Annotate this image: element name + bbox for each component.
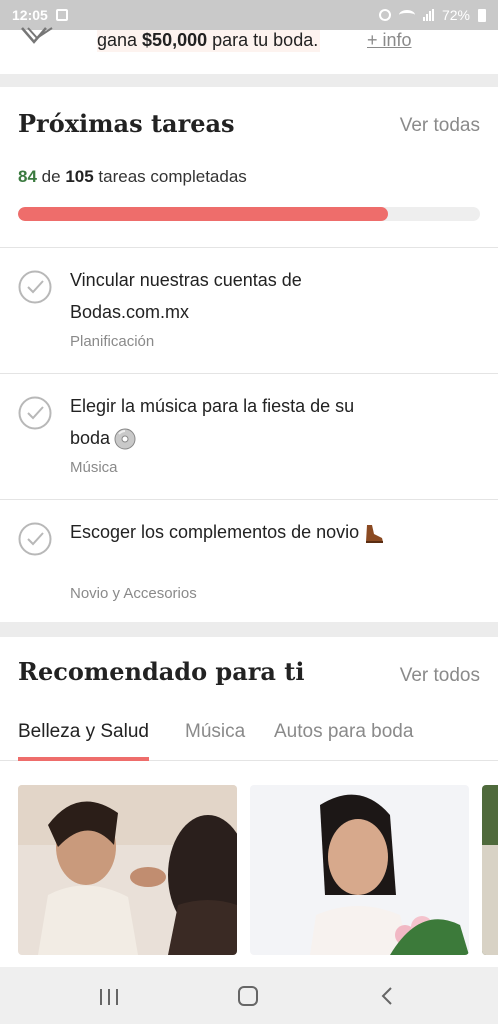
task-title: Vincular nuestras cuentas de Bodas.com.m…: [70, 270, 302, 322]
recommended-card: Recomendado para ti Ver todos Belleza y …: [0, 637, 498, 967]
recommended-photo-partial[interactable]: [482, 785, 498, 955]
task-category: Planificación: [70, 333, 155, 350]
see-all-tasks-link[interactable]: Ver todas: [400, 115, 480, 137]
checkmark-circle-icon[interactable]: [18, 522, 52, 556]
back-icon[interactable]: [380, 986, 394, 1006]
status-time: 12:05: [12, 7, 48, 23]
battery-icon: [478, 8, 486, 22]
task-title: Elegir la música para la fiesta de su bo…: [70, 390, 390, 454]
home-icon[interactable]: [238, 986, 258, 1006]
tasks-title: Próximas tareas: [18, 109, 235, 138]
tasks-progress-text: 84 de 105 tareas completadas: [18, 167, 247, 187]
signal-icon: [422, 9, 434, 21]
status-bar: 12:05 72%: [0, 0, 498, 30]
promo-banner[interactable]: gana $50,000 para tu boda. + info: [0, 27, 498, 74]
tab-musica[interactable]: Música: [185, 721, 245, 761]
category-tabs: Belleza y Salud Música Autos para boda: [0, 721, 498, 761]
notification-icon: [55, 9, 68, 21]
recommended-photo-bride[interactable]: [250, 785, 469, 955]
checkmark-circle-icon[interactable]: [18, 270, 52, 304]
checkmark-circle-icon[interactable]: [18, 396, 52, 430]
recents-icon[interactable]: [98, 989, 120, 1005]
wifi-icon: [398, 10, 415, 20]
alarm-icon: [378, 9, 391, 21]
task-item[interactable]: Vincular nuestras cuentas de Bodas.com.m…: [0, 247, 498, 373]
rings-logo-icon: [21, 27, 53, 44]
more-info-link[interactable]: + info: [367, 30, 412, 50]
progress-suffix: tareas completadas: [98, 167, 247, 186]
tasks-progress-bar: [18, 207, 480, 221]
system-nav-bar: [0, 967, 498, 1024]
completed-count: 84: [18, 167, 37, 186]
of-word: de: [41, 167, 61, 186]
see-all-recommended-link[interactable]: Ver todos: [400, 665, 480, 687]
task-title: Escoger los complementos de novio: [70, 516, 390, 548]
promo-text: gana $50,000 para tu boda.: [97, 30, 321, 52]
recommended-title: Recomendado para ti: [18, 657, 305, 686]
upcoming-tasks-card: Próximas tareas Ver todas 84 de 105 tare…: [0, 87, 498, 622]
tab-autos[interactable]: Autos para boda: [274, 721, 413, 761]
tasks-progress-fill: [18, 207, 388, 221]
task-item[interactable]: Escoger los complementos de novio Novio …: [0, 499, 498, 625]
battery-percent: 72%: [441, 7, 470, 23]
task-item[interactable]: Elegir la música para la fiesta de su bo…: [0, 373, 498, 499]
task-category: Novio y Accesorios: [70, 585, 197, 602]
shoe-icon: [366, 525, 384, 544]
total-count: 105: [65, 167, 94, 186]
cd-icon: [114, 428, 136, 450]
tab-belleza-salud[interactable]: Belleza y Salud: [18, 721, 149, 761]
task-category: Música: [70, 459, 118, 476]
recommended-photo-makeup[interactable]: [18, 785, 237, 955]
